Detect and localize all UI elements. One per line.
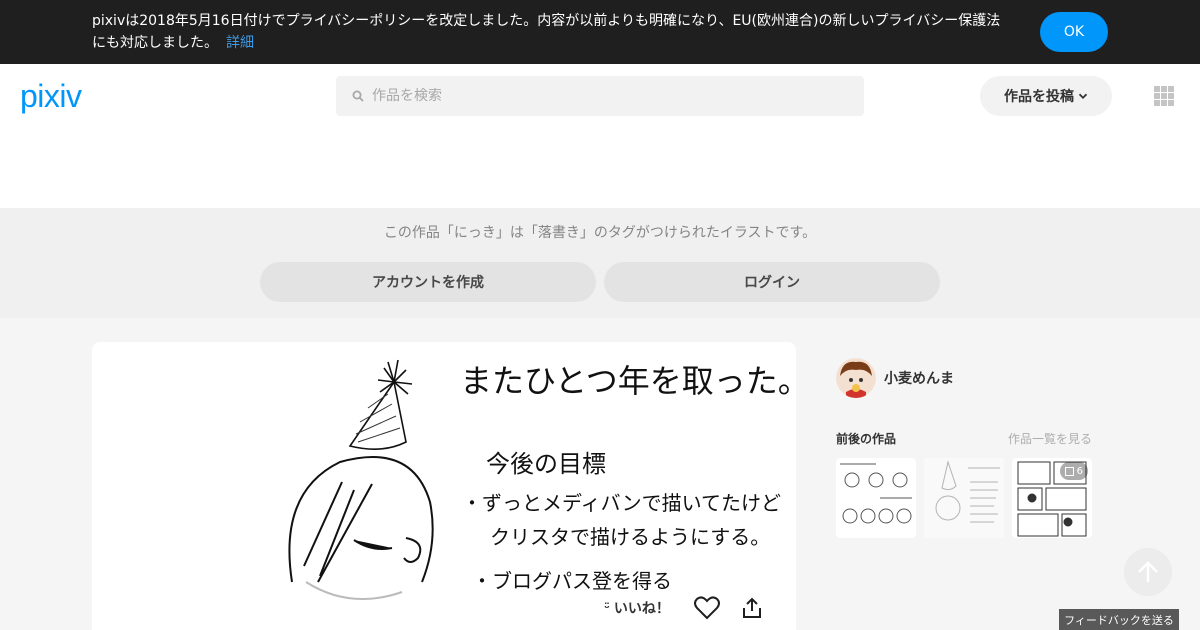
- like-label: いいね！: [613, 601, 670, 617]
- page-count: 6: [1076, 465, 1083, 477]
- character-drawing: [288, 456, 434, 601]
- work-thumbnail-current[interactable]: [924, 458, 1004, 538]
- party-hat-drawing: [348, 359, 413, 450]
- artwork-line-5: ・ブログパス登を得る: [472, 569, 672, 593]
- login-button[interactable]: ログイン: [604, 262, 940, 302]
- share-icon[interactable]: [742, 597, 762, 619]
- pixiv-logo[interactable]: pixiv: [20, 78, 82, 115]
- main-content: またひとつ年を取った。 今後の目標 ・ずっとメディバンで描いてたけど クリスタで…: [0, 318, 1200, 630]
- work-thumbnail-next[interactable]: 6: [1012, 458, 1092, 538]
- apps-grid-icon[interactable]: [1154, 86, 1174, 106]
- adjacent-works-header: 前後の作品 作品一覧を見る: [836, 430, 1092, 447]
- search-icon: [352, 90, 364, 102]
- details-link[interactable]: 詳細: [226, 35, 254, 51]
- avatar: [836, 358, 876, 398]
- tag-description: この作品「にっき」は「落書き」のタグがつけられたイラストです。: [383, 225, 817, 241]
- author-profile[interactable]: 小麦めんま: [836, 358, 954, 398]
- artwork-actions: ᵕ̈ いいね！: [604, 596, 762, 620]
- pages-icon: [1064, 466, 1074, 476]
- author-name: 小麦めんま: [884, 371, 954, 387]
- create-account-button[interactable]: アカウントを作成: [260, 262, 596, 302]
- search-box[interactable]: [336, 76, 864, 116]
- chevron-down-icon: [1078, 93, 1088, 99]
- banner-message: pixivは2018年5月16日付けでプライバシーポリシーを改定しました。内容が…: [92, 10, 1010, 54]
- ok-button[interactable]: OK: [1040, 12, 1108, 52]
- arrow-up-icon: [1138, 561, 1158, 582]
- artwork-line-1: またひとつ年を取った。: [460, 362, 796, 400]
- artwork-line-4: クリスタで描けるようにする。: [490, 525, 770, 549]
- thumbnail-image: [840, 463, 912, 524]
- like-button[interactable]: ᵕ̈ いいね！: [604, 598, 670, 618]
- scroll-to-top-button[interactable]: [1124, 548, 1172, 596]
- post-artwork-button[interactable]: 作品を投稿: [980, 76, 1112, 116]
- smile-icon: ᵕ̈: [604, 601, 610, 615]
- artwork-card: またひとつ年を取った。 今後の目標 ・ずっとメディバンで描いてたけど クリスタで…: [92, 342, 796, 630]
- artwork-image[interactable]: またひとつ年を取った。 今後の目標 ・ずっとメディバンで描いてたけど クリスタで…: [92, 342, 796, 630]
- privacy-policy-banner: pixivは2018年5月16日付けでプライバシーポリシーを改定しました。内容が…: [0, 0, 1200, 64]
- page-count-badge: 6: [1059, 462, 1088, 480]
- artwork-line-3: ・ずっとメディバンで描いてたけど: [462, 491, 781, 515]
- tag-signup-band: この作品「にっき」は「落書き」のタグがつけられたイラストです。 アカウントを作成…: [0, 208, 1200, 318]
- work-thumbnail-previous[interactable]: [836, 458, 916, 538]
- view-all-works-link[interactable]: 作品一覧を見る: [1008, 430, 1092, 447]
- feedback-button[interactable]: フィードバックを送る: [1059, 609, 1179, 630]
- post-button-label: 作品を投稿: [1004, 89, 1074, 105]
- site-header: pixiv 作品を投稿: [0, 64, 1200, 208]
- adjacent-works-title: 前後の作品: [836, 432, 897, 446]
- artwork-line-2: 今後の目標: [486, 450, 606, 478]
- search-input[interactable]: [372, 88, 842, 104]
- thumbnail-image: [935, 460, 1000, 523]
- heart-icon[interactable]: [693, 596, 720, 620]
